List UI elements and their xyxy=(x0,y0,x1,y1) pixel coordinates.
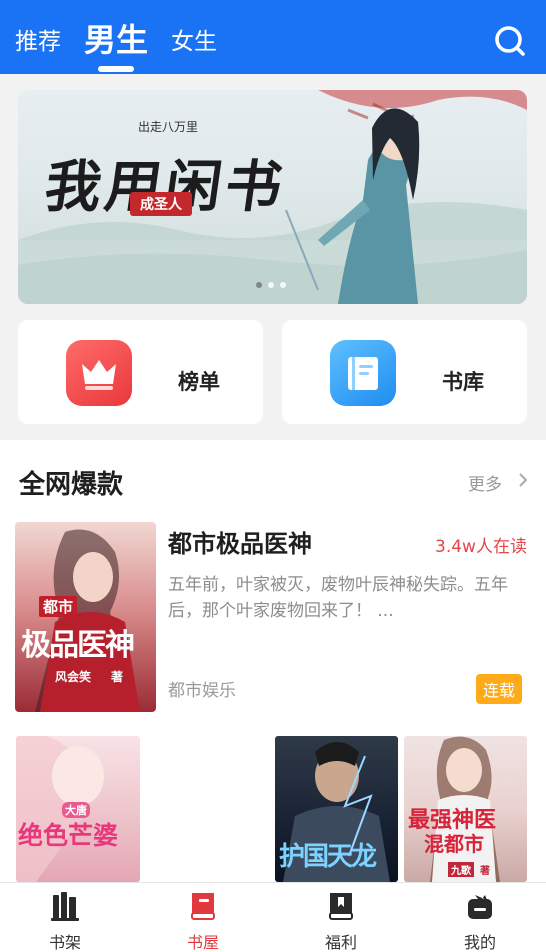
section-title: 全网爆款 xyxy=(19,470,124,500)
profile-icon xyxy=(468,895,492,919)
cover-text: 风会笑 xyxy=(55,670,92,684)
featured-book-title[interactable]: 都市极品医神 xyxy=(168,524,312,559)
carousel-dot[interactable] xyxy=(256,282,262,288)
book-cover[interactable]: 护国天龙 xyxy=(275,736,398,882)
cover-text: 护国天龙 xyxy=(279,842,377,872)
promo-banner[interactable]: 出走八万里 我用闲书 成圣人 xyxy=(18,90,527,304)
featured-book-cover[interactable]: 都市 极品医神 风会笑 著 xyxy=(15,522,156,712)
cover-text: 绝色芒婆 xyxy=(18,821,119,850)
search-icon xyxy=(495,26,525,56)
tab-male[interactable]: 男生 xyxy=(84,15,148,61)
status-badge: 连载 xyxy=(476,674,523,704)
cover-text: 极品医神 xyxy=(21,628,135,663)
banner-subtitle: 成圣人 xyxy=(130,192,192,216)
ranking-label: 榜单 xyxy=(178,370,220,394)
cover-text: 著 xyxy=(111,670,124,684)
bookshelf-icon xyxy=(51,892,79,921)
nav-label: 我的 xyxy=(463,933,496,952)
cover-text: 都市 xyxy=(39,596,78,617)
more-link[interactable]: 更多 xyxy=(468,470,502,495)
reader-count: 3.4w人在读 xyxy=(435,537,527,557)
nav-bookshelf[interactable]: 书架 xyxy=(25,883,105,952)
gift-book-icon xyxy=(329,893,353,920)
featured-book-description: 五年前，叶家被灭，废物叶辰神秘失踪。五年后，那个叶家废物回来了！ ... xyxy=(168,575,508,621)
carousel-dots xyxy=(256,282,286,288)
cover-text: 九歌 xyxy=(448,862,474,877)
nav-welfare[interactable]: 福利 xyxy=(301,883,381,952)
banner-author: 出走八万里 xyxy=(138,120,199,134)
book-icon xyxy=(330,340,396,406)
book-genre: 都市娱乐 xyxy=(168,681,236,701)
ranking-entry[interactable]: 榜单 xyxy=(18,320,263,424)
hot-books-section: 全网爆款 更多 都市 极品医神 风会笑 著 都市极品医神 3.4w人在读 五年前… xyxy=(0,440,546,882)
tab-recommend[interactable]: 推荐 xyxy=(15,22,61,56)
crown-icon xyxy=(66,340,132,406)
nav-label: 书架 xyxy=(48,933,81,952)
chevron-right-icon[interactable] xyxy=(516,473,530,487)
library-entry[interactable]: 书库 xyxy=(282,320,527,424)
carousel-dot[interactable] xyxy=(268,282,274,288)
cover-text: 混都市 xyxy=(424,832,484,856)
nav-profile[interactable]: 我的 xyxy=(440,883,520,952)
top-header: 推荐 男生 女生 xyxy=(0,0,546,74)
tab-female[interactable]: 女生 xyxy=(171,22,217,56)
search-button[interactable] xyxy=(493,24,527,58)
carousel-dot[interactable] xyxy=(280,282,286,288)
bookstore-icon xyxy=(191,893,215,920)
nav-label: 书屋 xyxy=(186,933,219,952)
cover-text: 著 xyxy=(480,866,490,877)
book-cover[interactable]: 最强神医 混都市 九歌 著 xyxy=(404,736,527,882)
library-label: 书库 xyxy=(442,370,484,394)
bottom-navigation: 书架 书屋 福利 我的 xyxy=(0,882,546,952)
active-tab-indicator xyxy=(98,66,134,72)
nav-label: 福利 xyxy=(324,933,357,952)
book-cover[interactable]: 大唐 绝色芒婆 xyxy=(16,736,140,882)
nav-bookstore[interactable]: 书屋 xyxy=(163,883,243,952)
